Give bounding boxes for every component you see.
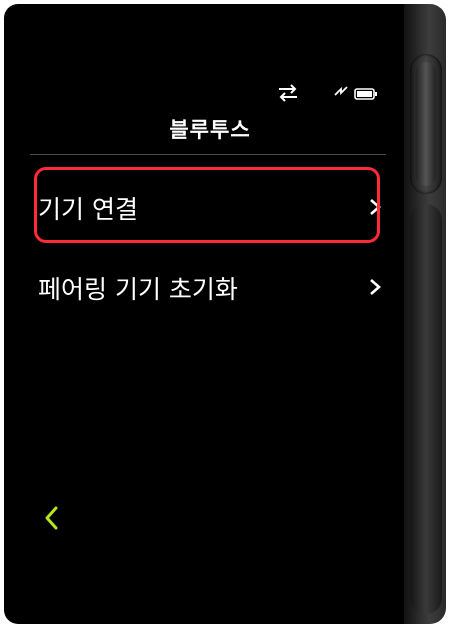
screen: 블루투스 기기 연결 페어링 기기 초기화: [4, 4, 416, 624]
battery-icon: [354, 88, 377, 100]
title-divider: [30, 154, 386, 155]
menu-item-reset-paired-devices[interactable]: 페어링 기기 초기화: [30, 256, 386, 316]
selection-highlight: [34, 167, 380, 243]
device-side-panel: [410, 204, 442, 614]
signal-icon: [334, 86, 348, 96]
sync-icon: [279, 84, 297, 102]
side-button[interactable]: [410, 54, 442, 194]
chevron-right-icon: [370, 279, 381, 295]
status-bar: [4, 82, 416, 106]
menu-item-label: 페어링 기기 초기화: [38, 275, 238, 304]
device: 블루투스 기기 연결 페어링 기기 초기화: [4, 4, 446, 624]
back-button[interactable]: [42, 504, 62, 532]
page-title: 블루투스: [169, 118, 251, 142]
